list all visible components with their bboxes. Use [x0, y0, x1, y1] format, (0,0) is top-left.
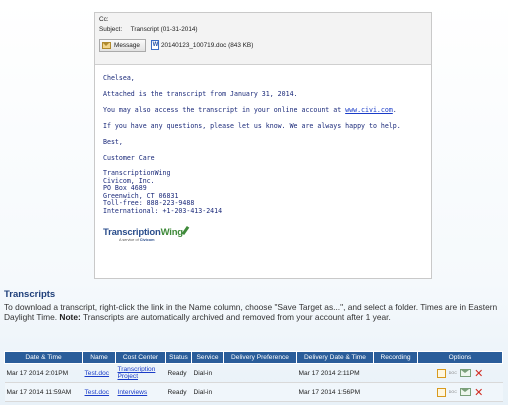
col-delivery-date-time[interactable]: Delivery Date & Time — [296, 351, 374, 364]
col-date-time[interactable]: Date & Time — [4, 351, 83, 364]
cell-delivery-preference — [223, 382, 297, 402]
cell-delivery-preference — [223, 363, 297, 383]
cell-recording — [373, 363, 418, 383]
cell-date: Mar 17 2014 11:59AM — [4, 382, 83, 402]
closing: Best, — [103, 138, 123, 146]
cell-options: DOC ✕ — [417, 382, 503, 402]
subject-value: Transcript (01-31-2014) — [130, 26, 198, 33]
body-line-1: Attached is the transcript from January … — [103, 90, 298, 98]
signature-line: International: +1-203-413-2414 — [103, 206, 223, 215]
body-line-2-end: . — [392, 106, 397, 114]
logo-text-a: Transcription — [103, 226, 161, 238]
signature-block: TranscriptionWing Civicom, Inc. PO Box 4… — [103, 169, 423, 216]
edit-icon[interactable] — [436, 368, 446, 378]
row-options: DOC ✕ — [420, 387, 501, 398]
col-options: Options — [417, 351, 503, 364]
delete-icon[interactable]: ✕ — [474, 368, 483, 379]
transcripts-heading: Transcripts — [4, 289, 56, 300]
transcripts-instructions: To download a transcript, right-click th… — [4, 302, 504, 322]
col-name[interactable]: Name — [82, 351, 116, 364]
cell-service: Dial-in — [191, 363, 224, 383]
logo-subtitle: A service of Civicom — [119, 238, 423, 242]
cc-label: Cc: — [99, 16, 109, 23]
logo-sub-text: A service of — [119, 237, 139, 242]
email-header: Cc: Subject: Transcript (01-31-2014) Mes… — [95, 13, 431, 65]
body-line-2: You may also access the transcript in yo… — [103, 106, 423, 114]
cell-delivery-date: Mar 17 2014 2:11PM — [296, 363, 374, 383]
body-line-2-text: You may also access the transcript in yo… — [103, 106, 346, 114]
email-icon[interactable] — [460, 369, 472, 377]
transcriptionwing-logo: TranscriptionWing A service of Civicom — [103, 225, 423, 248]
note-label: Note: — [59, 311, 81, 322]
cell-recording — [373, 382, 418, 402]
cell-service: Dial-in — [191, 382, 224, 402]
cell-name: Test.doc — [82, 363, 116, 383]
cost-center-link[interactable]: Interviews — [118, 389, 148, 396]
col-cost-center[interactable]: Cost Center — [115, 351, 166, 364]
note-text: Transcripts are automatically archived a… — [80, 311, 391, 322]
envelope-icon — [102, 41, 111, 49]
transcripts-table: Date & Time Name Cost Center Status Serv… — [4, 351, 503, 402]
col-service[interactable]: Service — [191, 351, 224, 364]
greeting: Chelsea, — [103, 74, 135, 82]
edit-icon[interactable] — [436, 387, 446, 397]
row-options: DOC ✕ — [420, 368, 501, 379]
logo-wordmark: TranscriptionWing — [103, 225, 423, 238]
attachment-file[interactable]: 20140123_100719.doc (843 KB) — [149, 39, 255, 52]
account-link[interactable]: www.civi.com — [345, 106, 393, 114]
cc-row: Cc: — [99, 15, 427, 25]
message-tab[interactable]: Message — [99, 38, 146, 52]
logo-text-b: Wing — [160, 226, 184, 238]
cell-cost-center: Transcription Project — [115, 363, 166, 383]
email-icon[interactable] — [460, 388, 472, 396]
attachment-bar: Message 20140123_100719.doc (843 KB) — [99, 38, 427, 52]
body-line-3: If you have any questions, please let us… — [103, 122, 401, 130]
word-document-icon — [150, 40, 159, 50]
table-header-row: Date & Time Name Cost Center Status Serv… — [4, 351, 503, 364]
transcript-file-link[interactable]: Test.doc — [85, 370, 110, 377]
doc-icon[interactable]: DOC — [449, 371, 457, 375]
logo-sub-brand: Civicom — [139, 237, 155, 242]
doc-icon[interactable]: DOC — [449, 390, 457, 394]
message-tab-label: Message — [114, 41, 140, 49]
cell-status: Ready — [165, 382, 192, 402]
table-row: Mar 17 2014 11:59AM Test.doc Interviews … — [4, 382, 503, 402]
attachment-name: 20140123_100719.doc (843 KB) — [160, 41, 254, 49]
cell-delivery-date: Mar 17 2014 1:56PM — [296, 382, 374, 402]
col-status[interactable]: Status — [165, 351, 192, 364]
email-body: Chelsea, Attached is the transcript from… — [95, 65, 431, 257]
cell-name: Test.doc — [82, 382, 116, 402]
cell-options: DOC ✕ — [417, 363, 503, 383]
email-preview: Cc: Subject: Transcript (01-31-2014) Mes… — [94, 12, 432, 279]
cell-status: Ready — [165, 363, 192, 383]
col-delivery-preference[interactable]: Delivery Preference — [223, 351, 297, 364]
subject-row: Subject: Transcript (01-31-2014) — [99, 25, 427, 35]
table-row: Mar 17 2014 2:01PM Test.doc Transcriptio… — [4, 363, 503, 383]
signature-line: Civicom, Inc. — [103, 176, 155, 185]
subject-label: Subject: — [99, 26, 123, 33]
col-recording[interactable]: Recording — [373, 351, 418, 364]
cell-cost-center: Interviews — [115, 382, 166, 402]
cell-date: Mar 17 2014 2:01PM — [4, 363, 83, 383]
transcript-file-link[interactable]: Test.doc — [85, 389, 110, 396]
cost-center-link[interactable]: Transcription Project — [118, 366, 156, 380]
delete-icon[interactable]: ✕ — [474, 387, 483, 398]
signoff: Customer Care — [103, 154, 155, 162]
